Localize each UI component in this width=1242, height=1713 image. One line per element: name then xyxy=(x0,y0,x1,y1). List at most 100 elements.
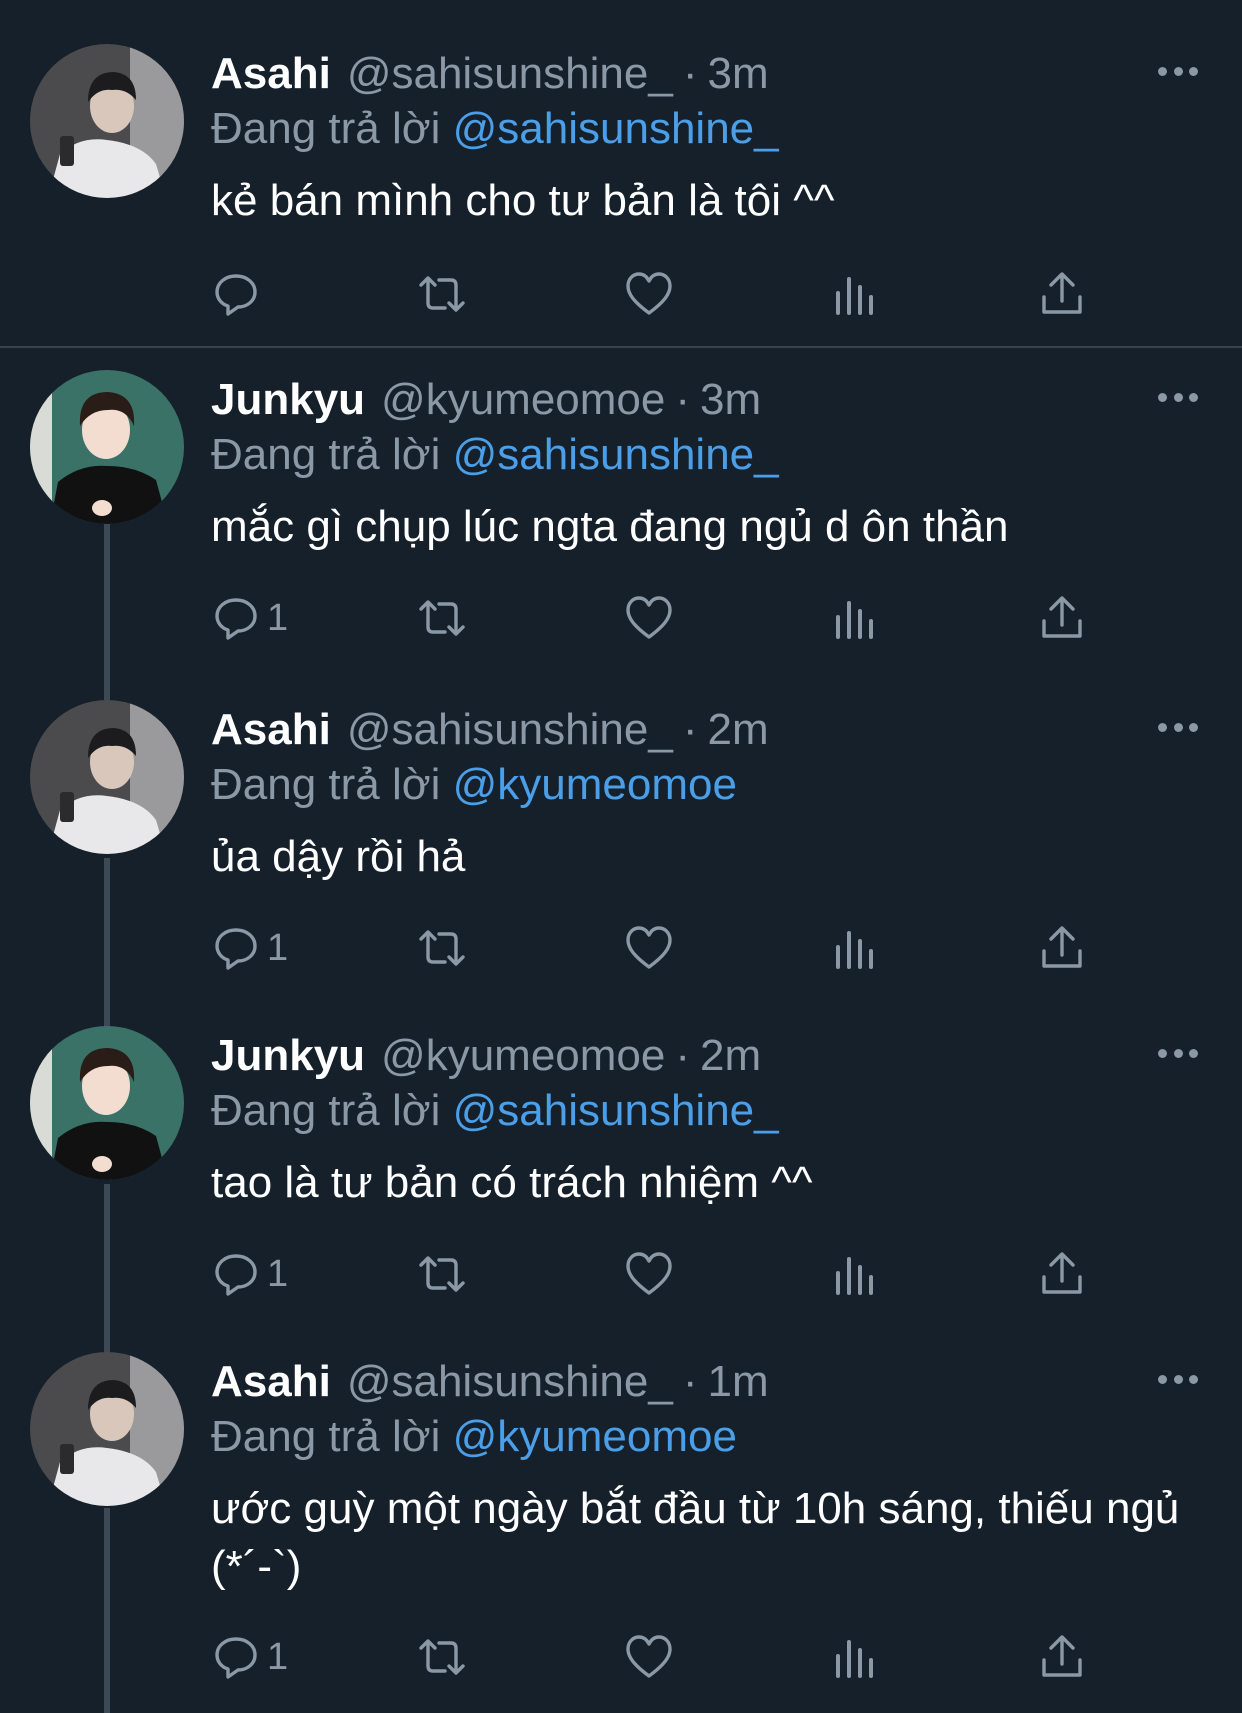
like-button[interactable] xyxy=(624,592,674,644)
analytics-button[interactable] xyxy=(830,922,880,974)
retweet-button[interactable] xyxy=(417,592,467,644)
mention-link[interactable]: @sahisunshine_ xyxy=(453,430,779,479)
analytics-button[interactable] xyxy=(830,592,880,644)
retweet-icon xyxy=(419,600,465,636)
asahi-avatar[interactable] xyxy=(30,1352,184,1506)
mention-link[interactable]: @kyumeomoe xyxy=(453,1412,737,1461)
replying-label: Đang trả lời xyxy=(211,760,441,809)
mention-link[interactable]: @kyumeomoe xyxy=(453,760,737,809)
retweet-button[interactable] xyxy=(417,268,467,320)
analytics-icon xyxy=(836,1640,873,1678)
mention-link[interactable]: @sahisunshine_ xyxy=(453,1086,779,1135)
user-handle[interactable]: @kyumeomoe xyxy=(381,1026,665,1086)
replying-label: Đang trả lời xyxy=(211,104,441,153)
asahi-avatar[interactable] xyxy=(30,44,184,198)
action-bar: 1 xyxy=(211,922,1091,974)
reply-button[interactable] xyxy=(211,268,267,320)
more-icon[interactable] xyxy=(1158,720,1198,734)
like-button[interactable] xyxy=(624,1631,674,1683)
asahi-avatar[interactable] xyxy=(30,700,184,854)
share-icon xyxy=(1042,1635,1082,1677)
analytics-button[interactable] xyxy=(830,1631,880,1683)
retweet-icon xyxy=(419,1639,465,1675)
share-icon xyxy=(1042,1252,1082,1294)
reply-button[interactable]: 1 xyxy=(211,1248,288,1300)
like-button[interactable] xyxy=(624,268,674,320)
display-name[interactable]: Asahi xyxy=(211,44,331,104)
analytics-icon xyxy=(836,1257,873,1295)
replying-label: Đang trả lời xyxy=(211,1412,441,1461)
like-icon xyxy=(626,596,672,639)
reply-button[interactable]: 1 xyxy=(211,1631,288,1683)
junkyu-avatar[interactable] xyxy=(30,1026,184,1180)
tweet-text: ủa dậy rồi hả xyxy=(211,832,466,881)
retweet-icon xyxy=(419,1256,465,1292)
display-name[interactable]: Asahi xyxy=(211,700,331,760)
share-button[interactable] xyxy=(1037,592,1087,644)
action-bar: 1 xyxy=(211,1631,1091,1683)
analytics-button[interactable] xyxy=(830,1248,880,1300)
retweet-button[interactable] xyxy=(417,1248,467,1300)
display-name[interactable]: Junkyu xyxy=(211,1026,365,1086)
tweet[interactable]: Asahi @sahisunshine_ · 1m Đang trả lời @… xyxy=(0,1330,1242,1713)
timestamp[interactable]: 3m xyxy=(707,44,768,104)
user-handle[interactable]: @sahisunshine_ xyxy=(347,44,673,104)
timestamp[interactable]: 2m xyxy=(707,700,768,760)
timestamp[interactable]: 2m xyxy=(700,1026,761,1086)
timestamp[interactable]: 1m xyxy=(707,1352,768,1412)
like-icon xyxy=(626,1252,672,1295)
analytics-icon xyxy=(836,931,873,969)
share-button[interactable] xyxy=(1037,1248,1087,1300)
tweet-text: mắc gì chụp lúc ngta đang ngủ d ôn thần xyxy=(211,502,1009,551)
retweet-icon xyxy=(419,930,465,966)
more-icon[interactable] xyxy=(1158,1046,1198,1060)
share-icon xyxy=(1042,272,1082,314)
share-button[interactable] xyxy=(1037,1631,1087,1683)
reply-icon xyxy=(215,1254,257,1296)
tweet[interactable]: Junkyu @kyumeomoe · 3m Đang trả lời @sah… xyxy=(0,348,1242,678)
separator-dot: · xyxy=(675,1031,691,1080)
display-name[interactable]: Asahi xyxy=(211,1352,331,1412)
analytics-icon xyxy=(836,277,873,315)
reply-button[interactable]: 1 xyxy=(211,922,288,974)
tweet-header: Junkyu @kyumeomoe · 2m xyxy=(211,1026,761,1086)
analytics-button[interactable] xyxy=(830,268,880,320)
retweet-button[interactable] xyxy=(417,922,467,974)
mention-link[interactable]: @sahisunshine_ xyxy=(453,104,779,153)
timestamp[interactable]: 3m xyxy=(700,370,761,430)
more-icon[interactable] xyxy=(1158,390,1198,404)
share-button[interactable] xyxy=(1037,268,1087,320)
replying-to: Đang trả lời @kyumeomoe xyxy=(211,1408,737,1466)
share-icon xyxy=(1042,596,1082,638)
separator-dot: · xyxy=(682,49,698,98)
user-handle[interactable]: @sahisunshine_ xyxy=(347,1352,673,1412)
more-icon[interactable] xyxy=(1158,64,1198,78)
replying-to: Đang trả lời @sahisunshine_ xyxy=(211,426,779,484)
share-button[interactable] xyxy=(1037,922,1087,974)
like-icon xyxy=(626,926,672,969)
like-button[interactable] xyxy=(624,1248,674,1300)
user-handle[interactable]: @kyumeomoe xyxy=(381,370,665,430)
display-name[interactable]: Junkyu xyxy=(211,370,365,430)
replying-label: Đang trả lời xyxy=(211,1086,441,1135)
reply-button[interactable]: 1 xyxy=(211,592,288,644)
junkyu-avatar[interactable] xyxy=(30,370,184,524)
tweet-header: Asahi @sahisunshine_ · 3m xyxy=(211,44,769,104)
more-icon[interactable] xyxy=(1158,1372,1198,1386)
tweet[interactable]: Junkyu @kyumeomoe · 2m Đang trả lời @sah… xyxy=(0,1004,1242,1330)
reply-icon xyxy=(215,1637,257,1679)
user-handle[interactable]: @sahisunshine_ xyxy=(347,700,673,760)
like-button[interactable] xyxy=(624,922,674,974)
reply-icon xyxy=(215,598,257,640)
replying-to: Đang trả lời @sahisunshine_ xyxy=(211,100,779,158)
tweet-text: ước guỳ một ngày bắt đầu từ 10h sáng, th… xyxy=(211,1484,1180,1591)
action-bar xyxy=(211,268,1091,320)
reply-count: 1 xyxy=(267,1252,289,1295)
replying-to: Đang trả lời @sahisunshine_ xyxy=(211,1082,779,1140)
retweet-button[interactable] xyxy=(417,1631,467,1683)
tweet[interactable]: Asahi @sahisunshine_ · 3m Đang trả lời @… xyxy=(0,0,1242,348)
tweet-header: Asahi @sahisunshine_ · 1m xyxy=(211,1352,769,1412)
separator-dot: · xyxy=(675,375,691,424)
reply-icon xyxy=(215,928,257,970)
tweet[interactable]: Asahi @sahisunshine_ · 2m Đang trả lời @… xyxy=(0,678,1242,1004)
